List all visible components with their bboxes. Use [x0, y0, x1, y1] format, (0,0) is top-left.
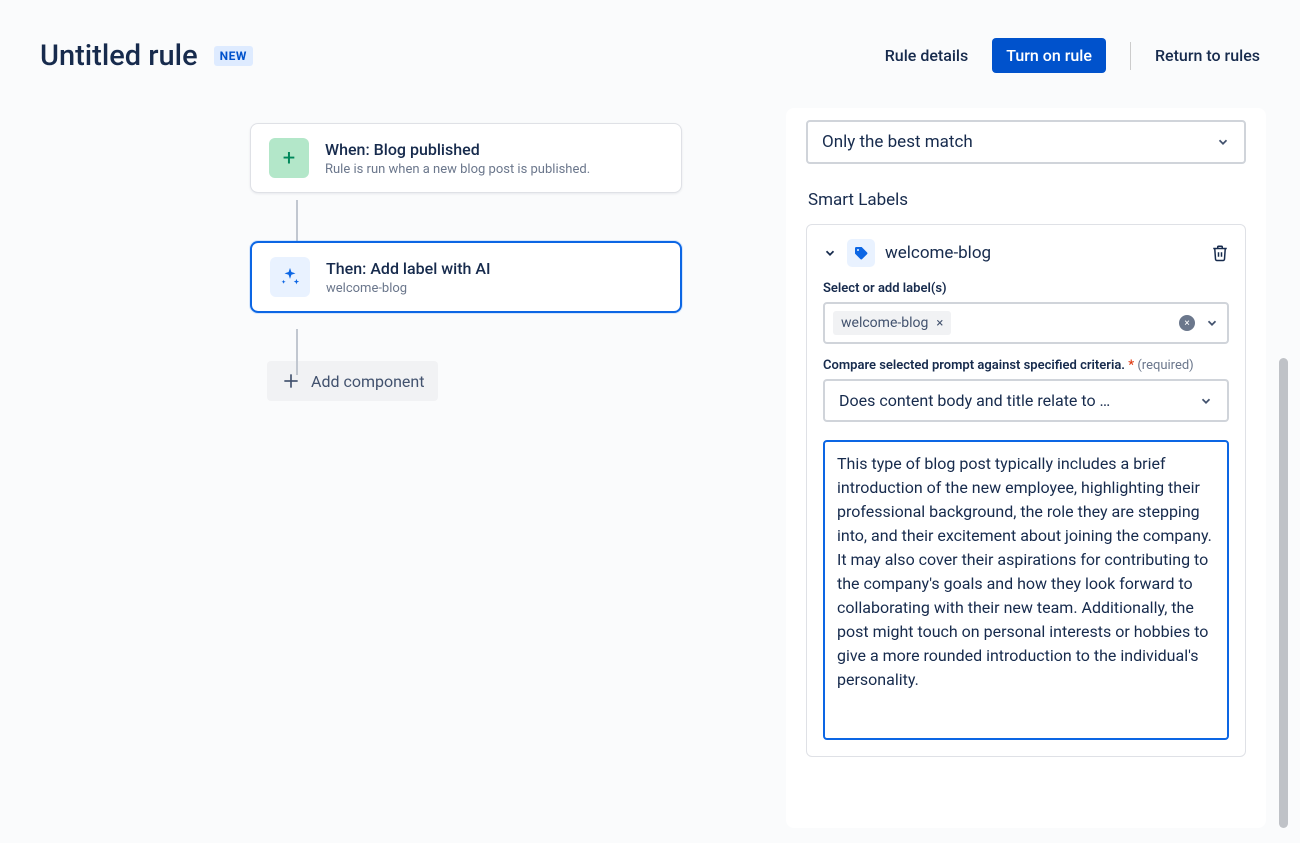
when-node[interactable]: + When: Blog published Rule is run when … [250, 123, 682, 193]
config-panel: Only the best match Smart Labels welcome… [786, 108, 1266, 828]
match-select-value: Only the best match [822, 132, 973, 152]
chevron-down-icon[interactable] [823, 246, 837, 260]
chevron-down-icon [1199, 394, 1213, 408]
add-component-button[interactable]: Add component [267, 361, 438, 401]
remove-chip-button[interactable]: × [936, 316, 943, 331]
compare-select[interactable]: Does content body and title relate to … [823, 379, 1229, 422]
smart-labels-heading: Smart Labels [808, 190, 1246, 210]
trash-icon [1211, 244, 1229, 262]
plus-icon: + [269, 138, 309, 178]
connector-line [296, 200, 298, 246]
tag-icon [847, 239, 875, 267]
new-badge: NEW [214, 46, 253, 66]
smart-label-card: welcome-blog Select or add label(s) welc… [806, 224, 1246, 757]
when-node-text: When: Blog published Rule is run when a … [325, 140, 590, 177]
when-node-title: When: Blog published [325, 140, 590, 159]
label-card-header: welcome-blog [823, 239, 1229, 267]
chevron-down-icon [1216, 135, 1230, 149]
header-right: Rule details Turn on rule Return to rule… [885, 38, 1260, 73]
criteria-textarea[interactable]: This type of blog post typically include… [823, 440, 1229, 740]
compare-select-value: Does content body and title relate to … [839, 391, 1110, 410]
rule-details-link[interactable]: Rule details [885, 46, 969, 65]
multiselect-controls: × [1179, 315, 1219, 331]
then-node[interactable]: Then: Add label with AI welcome-blog [250, 241, 682, 313]
when-node-subtitle: Rule is run when a new blog post is publ… [325, 162, 590, 177]
ai-sparkle-icon [270, 257, 310, 297]
vertical-divider [1130, 42, 1131, 70]
then-node-text: Then: Add label with AI welcome-blog [326, 259, 491, 296]
plus-icon [281, 371, 301, 391]
add-component-label: Add component [311, 372, 424, 391]
return-to-rules-link[interactable]: Return to rules [1155, 46, 1260, 65]
label-chip: welcome-blog × [833, 311, 951, 335]
delete-label-button[interactable] [1211, 244, 1229, 262]
clear-all-button[interactable]: × [1179, 315, 1195, 331]
match-select[interactable]: Only the best match [806, 120, 1246, 164]
turn-on-rule-button[interactable]: Turn on rule [992, 38, 1106, 73]
then-node-title: Then: Add label with AI [326, 259, 491, 278]
page-header: Untitled rule NEW Rule details Turn on r… [0, 0, 1300, 73]
label-card-title: welcome-blog [885, 243, 991, 263]
then-node-subtitle: welcome-blog [326, 281, 491, 296]
page-title: Untitled rule [40, 39, 198, 73]
label-card-header-left: welcome-blog [823, 239, 991, 267]
chevron-down-icon[interactable] [1205, 316, 1219, 330]
label-multiselect[interactable]: welcome-blog × × [823, 302, 1229, 344]
label-chip-text: welcome-blog [841, 315, 928, 331]
scrollbar-thumb[interactable] [1279, 358, 1288, 828]
select-label-heading: Select or add label(s) [823, 281, 1229, 296]
header-left: Untitled rule NEW [40, 39, 253, 73]
compare-label: Compare selected prompt against specifie… [823, 358, 1229, 373]
connector-line-2 [296, 329, 298, 375]
